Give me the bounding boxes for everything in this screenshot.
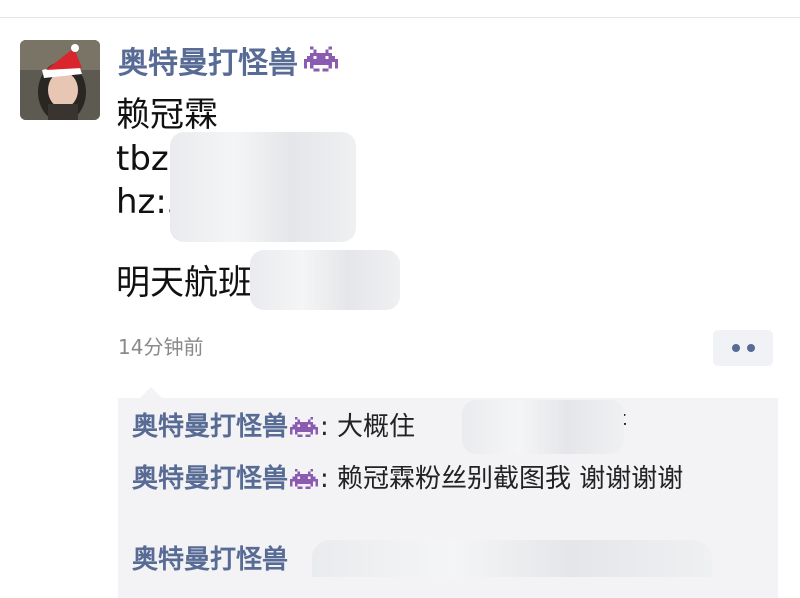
post-line-flight: 明天航班 [116,263,252,303]
redaction-blur [312,540,712,577]
avatar[interactable] [20,40,100,120]
comment-author[interactable]: 奥特曼打怪兽 [132,412,288,442]
space-invader-icon [290,466,319,500]
comment-item[interactable]: 奥特曼打怪兽: 大概住中呀 [132,410,752,448]
avatar-image [20,40,100,120]
top-divider [0,17,800,18]
comment-text: 大概住 [328,412,416,442]
redaction-blur [170,132,356,242]
comment-colon: : [320,464,329,494]
post-line-name: 赖冠霖 [116,95,218,135]
post-username[interactable]: 奥特曼打怪兽 [118,44,338,84]
comment-text: 赖冠霖粉丝别截图我 谢谢谢谢 [328,464,684,494]
space-invader-icon [290,414,319,448]
comment-author[interactable]: 奥特曼打怪兽 [132,545,288,575]
more-dots-icon[interactable] [713,330,773,366]
comment-area-caret [140,387,162,398]
comment-item[interactable]: 奥特曼打怪兽: 赖冠霖粉丝别截图我 谢谢谢谢 [132,462,752,500]
redaction-blur [250,250,400,310]
username-text: 奥特曼打怪兽 [118,46,298,81]
post-timestamp: 14分钟前 [118,335,204,359]
comment-author[interactable]: 奥特曼打怪兽 [132,464,288,494]
dot [731,344,740,352]
redaction-blur [462,400,624,454]
dot [746,344,755,352]
comment-colon: : [320,412,329,442]
space-invader-icon [304,44,338,85]
